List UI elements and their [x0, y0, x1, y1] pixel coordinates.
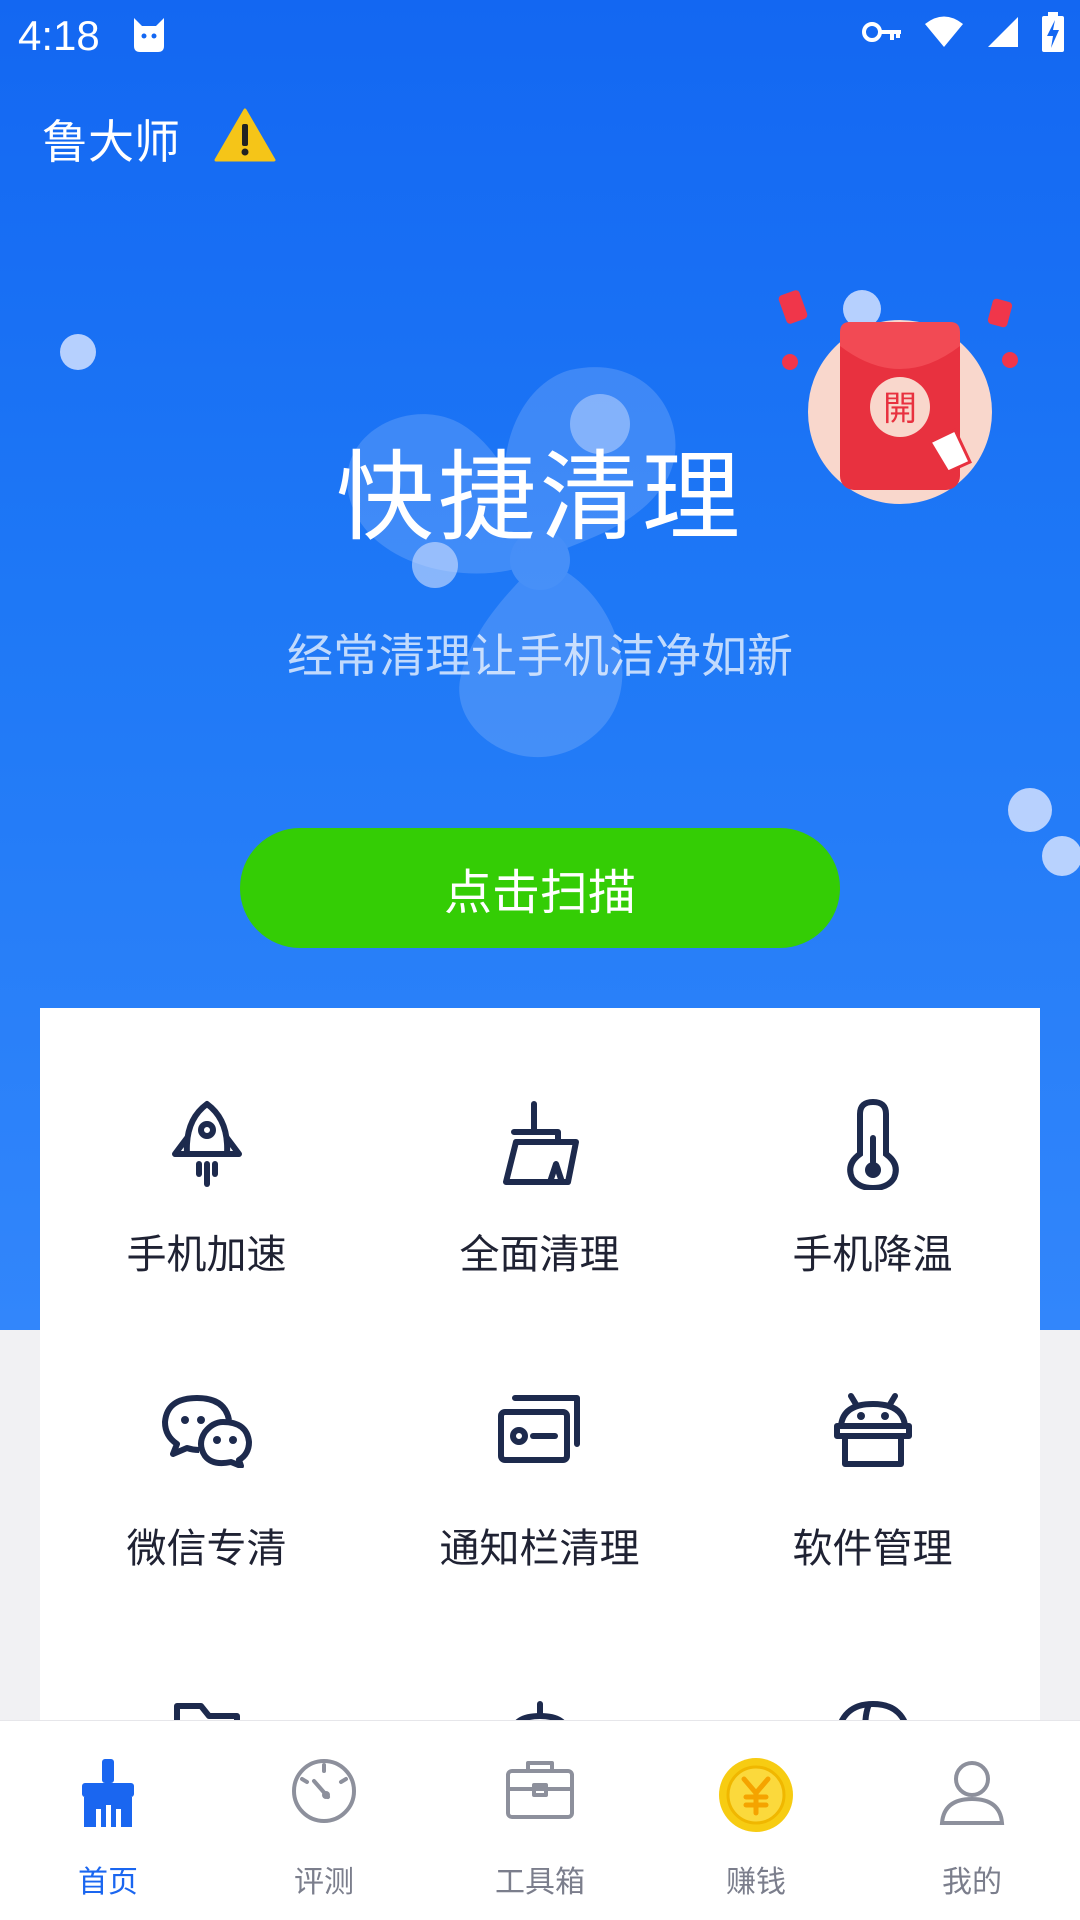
- android-icon: [833, 1392, 913, 1488]
- tool-wechat-clean[interactable]: 微信专清: [40, 1302, 373, 1596]
- tool-phone-cool[interactable]: 手机降温: [706, 1008, 1039, 1302]
- nav-toolbox[interactable]: 工具箱: [432, 1721, 648, 1920]
- toolbox-icon: [504, 1757, 576, 1837]
- bubble-decoration: [1008, 788, 1052, 832]
- fan-background-icon: [330, 350, 750, 774]
- tool-full-clean[interactable]: 全面清理: [373, 1008, 706, 1302]
- nav-earn[interactable]: 赚钱: [648, 1721, 864, 1920]
- hero-subtitle: 经常清理让手机洁净如新: [287, 629, 793, 683]
- app-title: 鲁大师: [42, 115, 180, 169]
- tool-label: 手机加速: [126, 1232, 287, 1278]
- nav-label: 首页: [78, 1865, 138, 1900]
- status-time: 4:18: [18, 12, 100, 59]
- red-packet-open-char: 開: [883, 389, 917, 429]
- speedometer-icon: [290, 1757, 358, 1837]
- tool-notification-clean[interactable]: 通知栏清理: [373, 1302, 706, 1596]
- bottom-nav: 首页 评测 工具箱 赚钱 我的: [0, 1720, 1080, 1920]
- nav-label: 工具箱: [495, 1865, 585, 1900]
- scan-button[interactable]: 点击扫描: [240, 828, 840, 948]
- tool-label: 软件管理: [792, 1526, 953, 1572]
- tool-phone-boost[interactable]: 手机加速: [40, 1008, 373, 1302]
- wifi-icon: [924, 15, 964, 53]
- signal-icon: [986, 15, 1020, 53]
- cat-notification-icon: [130, 14, 168, 58]
- nav-benchmark[interactable]: 评测: [216, 1721, 432, 1920]
- tool-label: 手机降温: [792, 1232, 953, 1278]
- rocket-icon: [167, 1098, 247, 1194]
- vpn-key-icon: [862, 20, 902, 48]
- nav-label: 赚钱: [726, 1865, 786, 1900]
- bubble-decoration: [1042, 836, 1080, 876]
- tool-label: 微信专清: [126, 1526, 287, 1572]
- nav-home[interactable]: 首页: [0, 1721, 216, 1920]
- nav-label: 我的: [942, 1865, 1002, 1900]
- battery-charging-icon: [1042, 12, 1064, 56]
- coin-icon: [718, 1757, 794, 1837]
- broom-icon: [498, 1098, 582, 1194]
- notification-icon: [497, 1392, 583, 1488]
- nav-label: 评测: [294, 1865, 354, 1900]
- status-bar: 4:18: [0, 0, 1080, 74]
- bubble-decoration: [60, 334, 96, 370]
- home-broom-icon: [78, 1757, 138, 1837]
- tool-label: 全面清理: [459, 1232, 620, 1278]
- nav-profile[interactable]: 我的: [864, 1721, 1080, 1920]
- thermometer-icon: [838, 1098, 908, 1194]
- profile-icon: [938, 1757, 1006, 1837]
- warning-icon[interactable]: [214, 108, 276, 166]
- tool-app-manager[interactable]: 软件管理: [706, 1302, 1039, 1596]
- wechat-icon: [161, 1392, 253, 1488]
- red-packet-icon[interactable]: 開: [770, 272, 1030, 516]
- tool-label: 通知栏清理: [439, 1526, 640, 1572]
- system-icons: [862, 12, 1064, 56]
